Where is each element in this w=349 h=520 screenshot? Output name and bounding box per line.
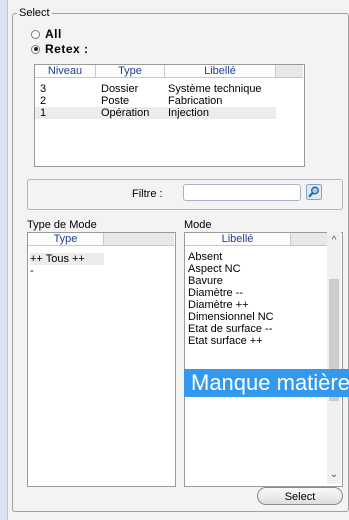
cell-libelle: Système technique: [168, 83, 262, 95]
mode-col-header[interactable]: Libellé: [185, 233, 291, 246]
chevron-down-icon[interactable]: ⌄: [327, 468, 341, 482]
list-item[interactable]: Absent: [188, 251, 222, 263]
list-item-highlighted[interactable]: Manque matière: [184, 369, 349, 397]
cell-type: Dossier: [101, 83, 139, 95]
retex-header-filler: [276, 65, 303, 78]
radio-retex-indicator[interactable]: [31, 44, 40, 54]
chevron-up-icon[interactable]: ^: [327, 234, 341, 248]
radio-all[interactable]: All: [31, 27, 62, 41]
list-item[interactable]: Etat de surface --: [188, 323, 272, 335]
list-item[interactable]: Etat surface ++: [188, 335, 263, 347]
list-item-selected[interactable]: ++ Tous ++: [30, 253, 104, 265]
left-edge-bar: [0, 0, 8, 520]
mode-list[interactable]: Libellé Absent Aspect NC Bavure Diamètre…: [184, 232, 343, 487]
table-row-selected[interactable]: 1 Opération Injection: [35, 107, 276, 119]
cell-type: Poste: [101, 95, 130, 107]
list-item[interactable]: Diamètre ++: [188, 299, 249, 311]
type-de-mode-list[interactable]: Type ++ Tous ++ -: [27, 232, 176, 487]
cell-niveau: 1: [40, 107, 47, 119]
list-item[interactable]: Dimensionnel NC: [188, 311, 274, 323]
mode-header-filler: [291, 233, 327, 246]
mode-scrollbar[interactable]: ^ ⌄: [327, 232, 341, 484]
filter-input[interactable]: [183, 184, 301, 201]
radio-retex[interactable]: Retex :: [31, 42, 89, 56]
type-col-header[interactable]: Type: [28, 233, 104, 246]
cell-libelle: Fabrication: [168, 95, 223, 107]
cell-niveau: 2: [40, 95, 47, 107]
type-header-filler: [104, 233, 174, 246]
retex-col-libelle[interactable]: Libellé: [165, 65, 276, 78]
radio-all-indicator[interactable]: [31, 29, 40, 39]
list-item[interactable]: -: [30, 265, 34, 277]
list-item[interactable]: Bavure: [188, 275, 223, 287]
cell-niveau: 3: [40, 83, 47, 95]
table-row[interactable]: 3 Dossier Système technique: [35, 83, 276, 95]
table-row[interactable]: 2 Poste Fabrication: [35, 95, 276, 107]
select-button[interactable]: Select: [257, 487, 343, 505]
retex-col-niveau[interactable]: Niveau: [35, 65, 96, 78]
cell-libelle: Injection: [168, 107, 209, 119]
cell-type: Opération: [101, 107, 150, 119]
select-group-legend: Select: [17, 6, 52, 20]
search-icon[interactable]: [306, 184, 322, 200]
filter-label: Filtre :: [132, 188, 163, 200]
retex-col-type[interactable]: Type: [96, 65, 165, 78]
type-de-mode-label: Type de Mode: [27, 219, 97, 231]
retex-table[interactable]: Niveau Type Libellé 3 Dossier Système te…: [34, 64, 305, 167]
list-item[interactable]: Aspect NC: [188, 263, 241, 275]
mode-label: Mode: [184, 219, 212, 231]
radio-all-label: All: [45, 27, 62, 41]
radio-retex-label: Retex :: [45, 42, 89, 56]
list-item[interactable]: Diamètre --: [188, 287, 243, 299]
